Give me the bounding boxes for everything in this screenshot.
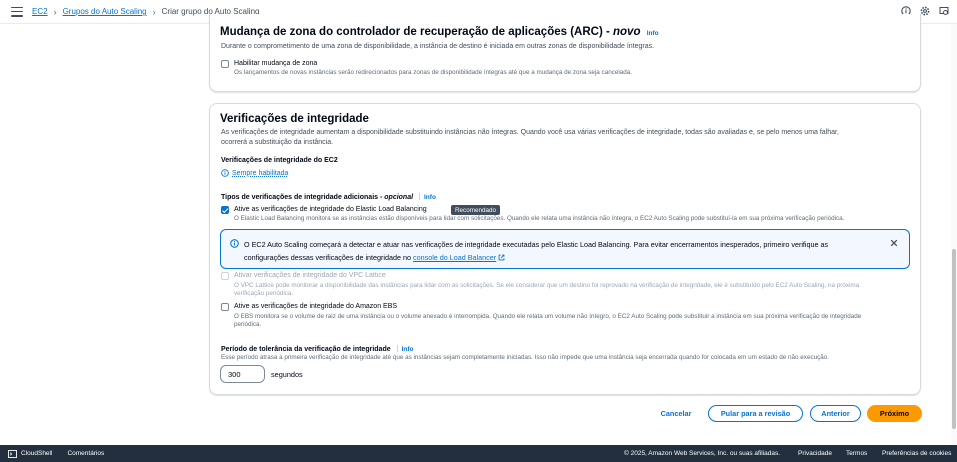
notifications-icon[interactable] <box>939 6 949 16</box>
ebs-help-2: periódica. <box>234 321 262 328</box>
divider <box>419 193 420 200</box>
scrollbar[interactable] <box>951 24 957 445</box>
privacy-link[interactable]: Privacidade <box>798 450 832 457</box>
grace-period-help: Esse período atrasa a primeira verificaç… <box>221 354 830 361</box>
elb-health-check-label[interactable]: Ative as verificações de integridade do … <box>234 206 427 213</box>
chevron-right-icon: › <box>152 6 156 17</box>
additional-health-check-label: Tipos de verificações de integridade adi… <box>221 193 436 201</box>
arc-title-new: novo <box>613 26 641 38</box>
grace-period-unit: segundos <box>271 370 303 379</box>
info-circle-icon <box>230 239 239 248</box>
health-checks-title: Verificações de integridade <box>220 113 369 125</box>
grace-period-label-text: Período de tolerância da verificação de … <box>221 346 391 353</box>
external-link-icon <box>498 254 505 261</box>
ebs-help-1: O EBS monitora se o volume de raiz de um… <box>234 313 862 320</box>
vpc-lattice-health-check-label[interactable]: Ativar verificações de integridade do VP… <box>234 272 386 279</box>
info-circle-icon <box>221 169 229 177</box>
arc-title-text: Mudança de zona do controlador de recupe… <box>220 26 613 38</box>
additional-health-check-text: Tipos de verificações de integridade adi… <box>221 194 385 201</box>
health-checks-description-1: As verificações de integridade aumentam … <box>221 129 839 136</box>
feedback-link[interactable]: Comentários <box>67 450 104 457</box>
vpc-lattice-health-check-checkbox[interactable] <box>221 272 229 280</box>
cookie-preferences-link[interactable]: Preferências de cookies <box>882 450 951 457</box>
terms-link[interactable]: Termos <box>846 450 867 457</box>
settings-icon[interactable] <box>920 6 930 16</box>
alert-text-2: configurações dessas verificações de int… <box>244 253 414 262</box>
breadcrumb-ec2[interactable]: EC2 <box>32 7 48 16</box>
cloudshell-link[interactable]: CloudShell <box>21 450 52 457</box>
ec2-health-check-value[interactable]: Sempre habilitada <box>232 170 288 177</box>
copyright-text: © 2025, Amazon Web Services, Inc. ou sua… <box>624 450 781 457</box>
cloudshell-icon[interactable] <box>8 449 17 458</box>
additional-health-check-info-link[interactable]: Info <box>424 194 436 201</box>
arc-info-link[interactable]: Info <box>647 30 659 37</box>
arc-title: Mudança de zona do controlador de recupe… <box>220 26 659 38</box>
grace-period-input[interactable]: 300 <box>220 365 265 383</box>
divider <box>396 345 398 352</box>
scrollbar-thumb[interactable] <box>952 249 956 429</box>
menu-icon[interactable] <box>11 6 23 17</box>
close-icon[interactable] <box>890 239 898 247</box>
cancel-button[interactable]: Cancelar <box>652 405 700 422</box>
enable-zonal-shift-checkbox[interactable] <box>221 60 229 68</box>
alert-text-1: O EC2 Auto Scaling começará a detectar e… <box>244 240 829 249</box>
breadcrumb-auto-scaling-groups[interactable]: Grupos do Auto Scaling <box>63 7 147 16</box>
arc-description: Durante o comprometimento de uma zona de… <box>221 43 655 50</box>
optional-text: opcional <box>384 194 414 201</box>
recommended-badge: Recomendado <box>451 205 500 215</box>
vpc-lattice-help-2: verificação periódica. <box>234 290 294 297</box>
chevron-right-icon: › <box>53 6 57 17</box>
grace-period-info-link[interactable]: Info <box>402 346 414 353</box>
next-button[interactable]: Próximo <box>867 405 922 422</box>
footer: CloudShell Comentários © 2025, Amazon We… <box>0 445 957 462</box>
enable-zonal-shift-help: Os lançamentos de novas instâncias serão… <box>234 69 633 76</box>
enable-zonal-shift-label[interactable]: Habilitar mudança de zona <box>234 60 317 67</box>
grace-period-label: Período de tolerância da verificação de … <box>221 345 414 353</box>
load-balancer-console-link[interactable]: console do Load Balancer <box>413 253 496 262</box>
elb-health-check-checkbox[interactable] <box>221 206 229 214</box>
ec2-health-check-label: Verificações de integridade do EC2 <box>221 157 338 164</box>
vpc-lattice-help-1: O VPC Lattice pode monitorar a disponibi… <box>234 282 860 289</box>
alert-message: O EC2 Auto Scaling começará a detectar e… <box>244 238 884 264</box>
previous-button[interactable]: Anterior <box>810 405 861 422</box>
elb-info-alert: O EC2 Auto Scaling começará a detectar e… <box>220 229 910 269</box>
ebs-health-check-label[interactable]: Ative as verificações de integridade do … <box>234 303 397 310</box>
ec2-health-check-status[interactable]: Sempre habilitada <box>221 169 288 177</box>
ebs-health-check-checkbox[interactable] <box>221 303 229 311</box>
elb-health-check-help: O Elastic Load Balancing monitora se as … <box>234 215 845 222</box>
skip-to-review-button[interactable]: Pular para a revisão <box>708 405 803 422</box>
health-checks-description-2: ocorrerá a substituição da instância. <box>221 139 334 146</box>
